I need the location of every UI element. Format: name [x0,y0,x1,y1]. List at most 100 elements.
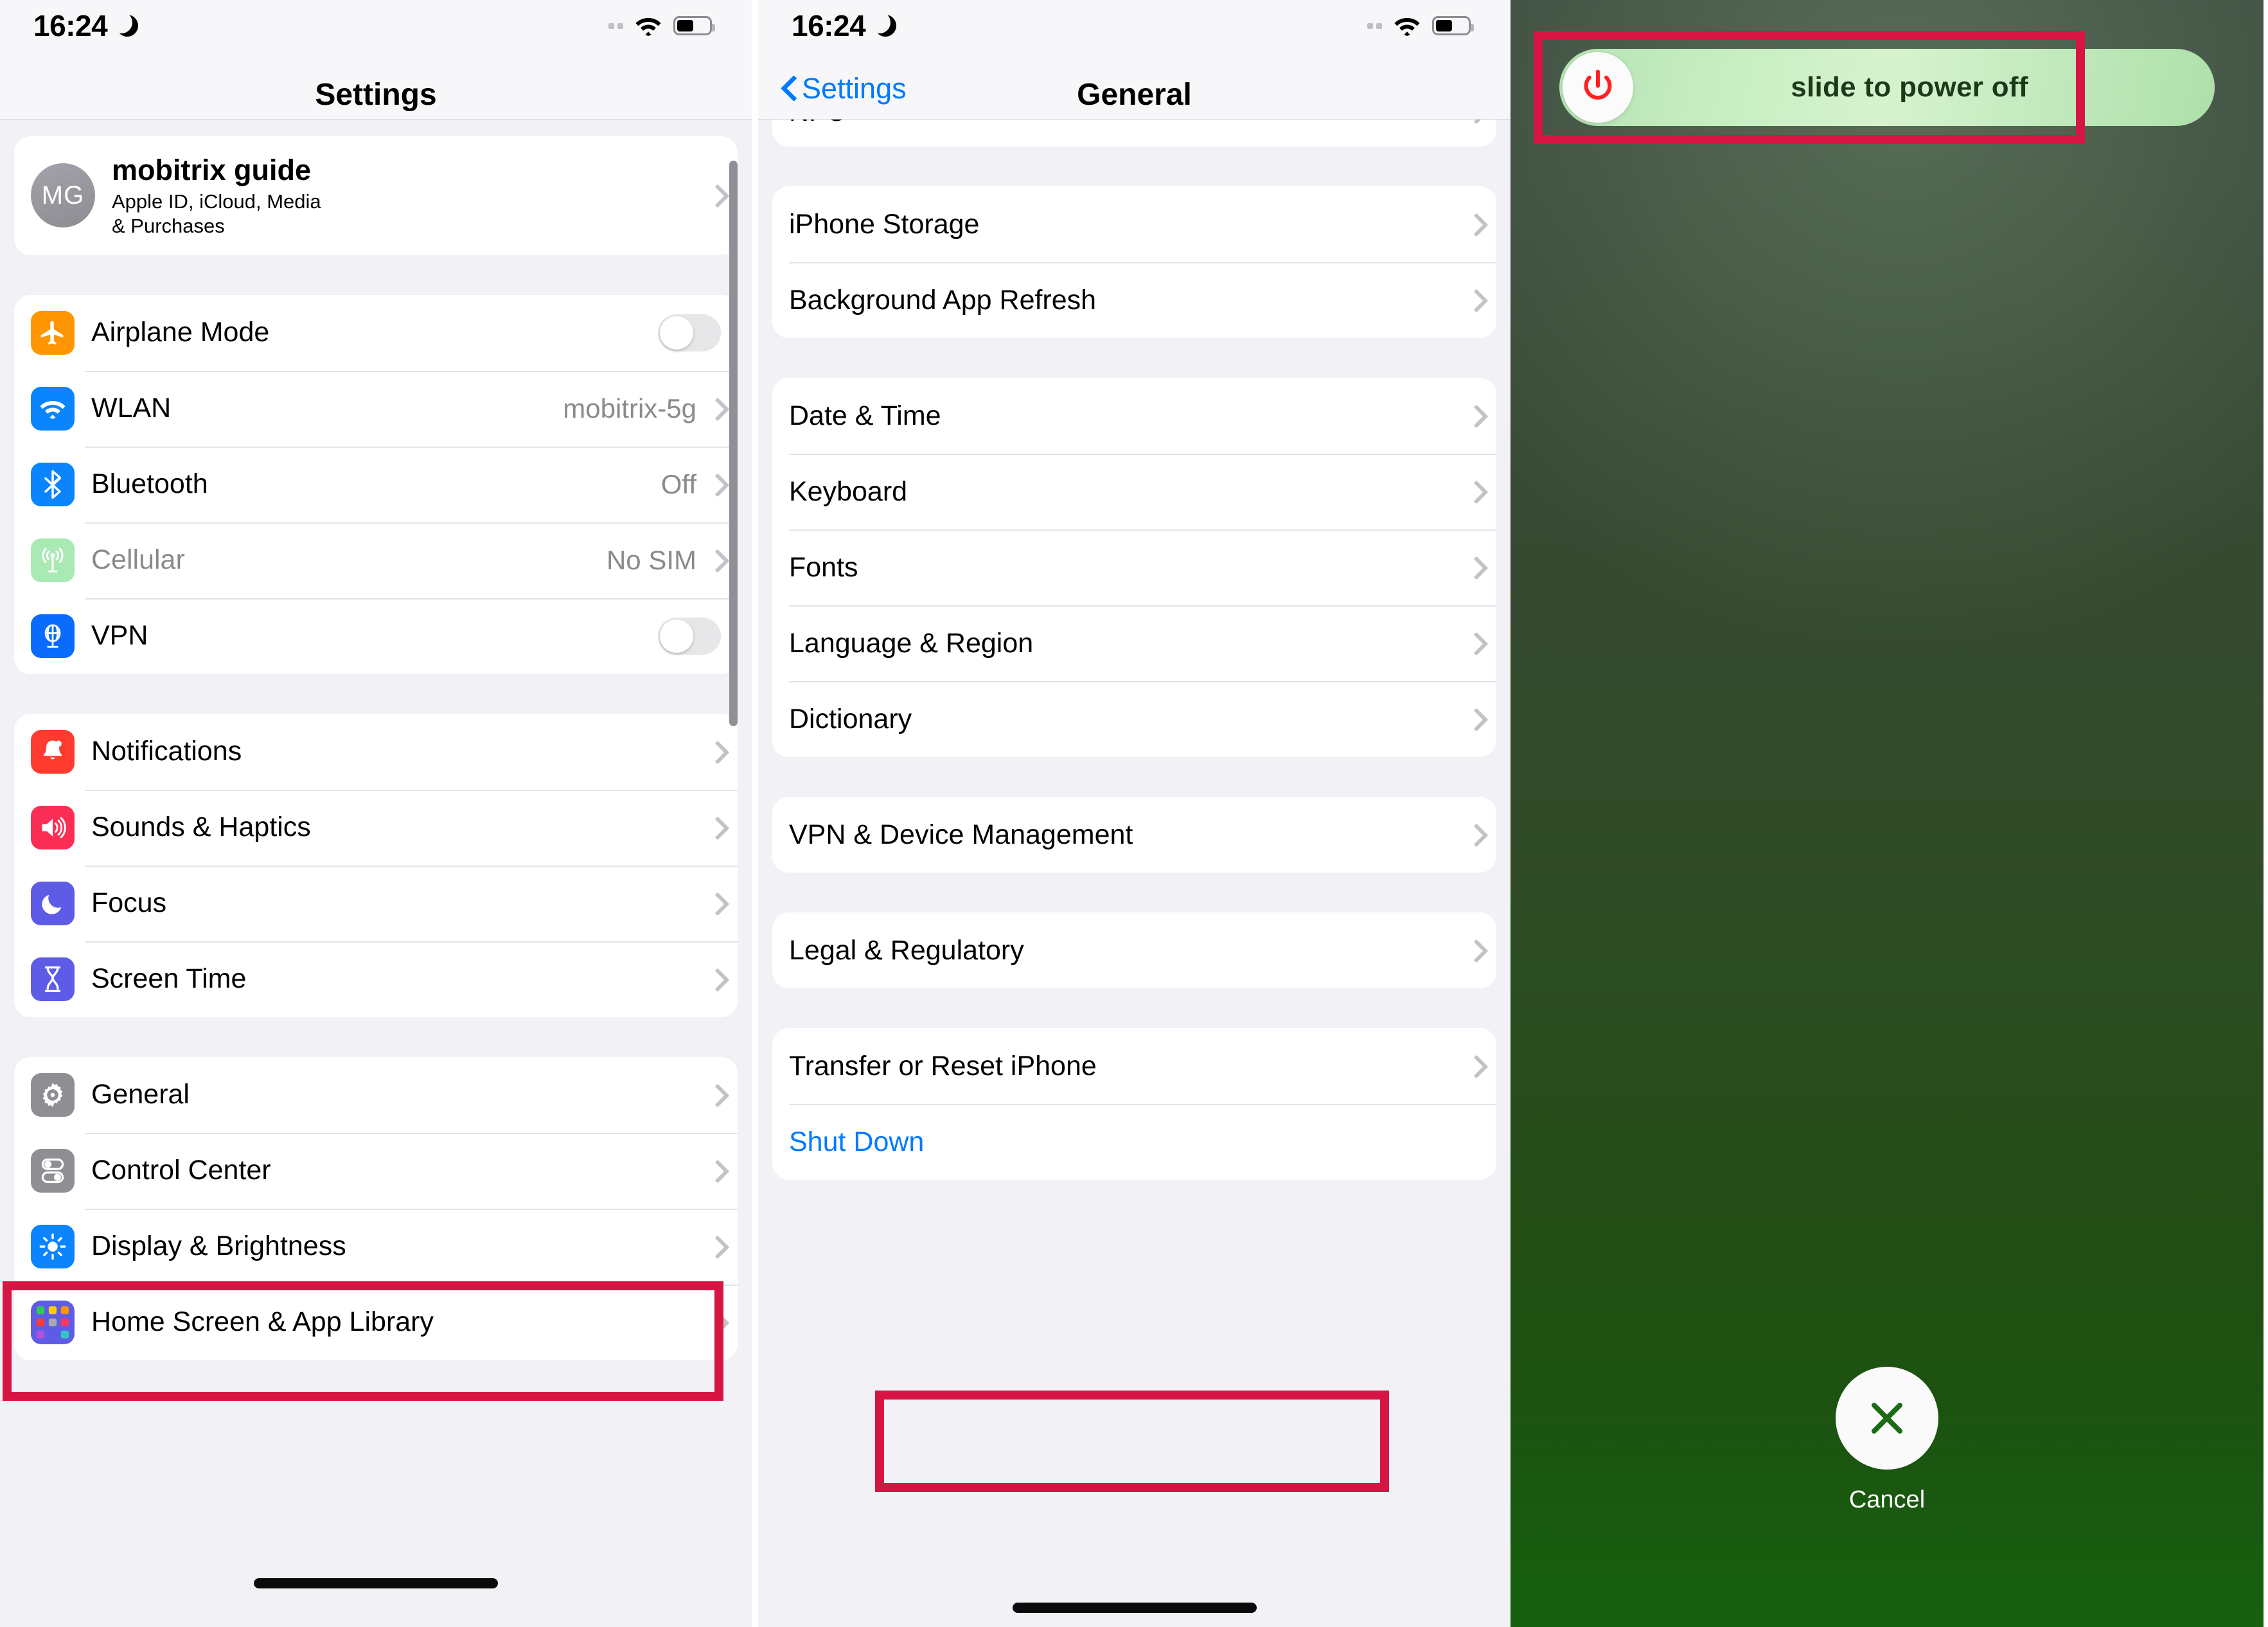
chevron-right-icon [1468,824,1480,845]
cancel-button[interactable]: Cancel [1511,1367,2264,1514]
account-subtitle: Apple ID, iCloud, Media & Purchases [112,190,321,237]
vpn-toggle[interactable] [658,617,721,655]
settings-row-focus[interactable]: Focus [14,865,738,941]
hourglass-icon [31,957,75,1001]
settings-row-label: General [91,1079,190,1110]
bell-icon [31,729,75,774]
scrollbar-settings[interactable] [729,161,738,726]
settings-row-control-center[interactable]: Control Center [14,1132,738,1209]
chevron-right-icon [709,1236,721,1257]
chevron-right-icon [709,1085,721,1105]
vpn-management-group: VPN & Device Management [772,797,1496,873]
apple-id-row[interactable]: MG mobitrix guide Apple ID, iCloud, Medi… [14,136,738,255]
settings-row-label: WLAN [91,393,172,424]
chevron-right-icon [709,1160,721,1181]
bluetooth-icon [31,462,75,506]
settings-row-label: Cellular [91,544,185,576]
avatar: MG [31,163,95,228]
settings-row-label: Airplane Mode [91,317,270,348]
settings-row-label: Language & Region [789,627,1034,659]
chevron-right-icon [1468,405,1480,426]
settings-row-label: Notifications [91,736,242,767]
chevron-right-icon [1468,709,1480,729]
settings-row-bluetooth[interactable]: Bluetooth Off [14,446,738,522]
settings-row-airplane-mode[interactable]: Airplane Mode [14,294,738,371]
settings-row-screen-time[interactable]: Screen Time [14,941,738,1017]
settings-row-label: Transfer or Reset iPhone [789,1050,1097,1081]
status-bar: 16:24 [0,0,752,51]
settings-row-home-screen-app-library[interactable]: Home Screen & App Library [14,1284,738,1360]
chevron-right-icon [709,817,721,838]
power-icon [1584,69,1612,100]
status-bar-left: 16:24 [792,8,897,43]
settings-row-notifications[interactable]: Notifications [14,713,738,790]
settings-row-cellular[interactable]: Cellular No SIM [14,522,738,598]
settings-row-fonts[interactable]: Fonts [772,529,1496,605]
alerts-group: Notifications Sounds & Haptics Focus Scr… [14,713,738,1017]
settings-row-language-region[interactable]: Language & Region [772,605,1496,681]
settings-row-wlan[interactable]: WLAN mobitrix-5g [14,370,738,447]
settings-row-label: Keyboard [789,476,908,507]
settings-row-general[interactable]: General [14,1056,738,1133]
settings-row-legal-regulatory[interactable]: Legal & Regulatory [772,912,1496,988]
battery-icon [1432,16,1474,35]
chevron-right-icon [709,969,721,990]
reset-group: Transfer or Reset iPhone Shut Down [772,1028,1496,1180]
settings-row-dictionary[interactable]: Dictionary [772,681,1496,757]
settings-row-shut-down[interactable]: Shut Down [772,1104,1496,1180]
legal-group: Legal & Regulatory [772,912,1496,988]
settings-row-label: Fonts [789,551,858,583]
wifi-icon [31,386,75,431]
account-text: mobitrix guide Apple ID, iCloud, Media &… [112,153,709,238]
airplane-icon [31,310,75,355]
settings-list: MG mobitrix guide Apple ID, iCloud, Medi… [0,120,752,1627]
chevron-right-icon [1468,214,1480,235]
signal-dots-icon [1367,22,1382,29]
settings-row-transfer-or-reset-iphone[interactable]: Transfer or Reset iPhone [772,1028,1496,1104]
settings-row-keyboard[interactable]: Keyboard [772,454,1496,529]
chevron-right-icon [1468,940,1480,961]
status-bar-left: 16:24 [33,8,139,43]
crescent-moon-icon [869,12,897,37]
chevron-right-icon [709,398,721,419]
chevron-right-icon [709,550,721,571]
settings-row-label: Background App Refresh [789,284,1097,316]
chevron-right-icon [709,893,721,914]
account-group: MG mobitrix guide Apple ID, iCloud, Medi… [14,136,738,255]
chevron-right-icon [709,474,721,495]
cancel-label: Cancel [1848,1486,1926,1513]
settings-row-display-brightness[interactable]: Display & Brightness [14,1208,738,1285]
battery-icon [673,16,715,35]
settings-row-label: Control Center [91,1155,271,1186]
bluetooth-value: Off [660,468,696,499]
chevron-right-icon [1468,557,1480,578]
chevron-right-icon [709,1312,721,1333]
chevron-right-icon [1468,1056,1480,1076]
settings-row-date-time[interactable]: Date & Time [772,378,1496,454]
settings-row-label: Legal & Regulatory [789,934,1024,966]
power-off-slider-wrap: slide to power off [1559,49,2215,126]
settings-row-iphone-storage[interactable]: iPhone Storage [772,186,1496,262]
chevron-right-icon [1468,290,1480,310]
close-x-icon [1871,1402,1903,1434]
cancel-circle[interactable] [1836,1367,1938,1470]
status-bar-right [608,15,715,36]
chevron-right-icon [709,185,721,206]
panel-divider [752,0,758,1627]
settings-row-vpn-device-management[interactable]: VPN & Device Management [772,797,1496,873]
home-indicator [1012,1603,1257,1613]
vpn-globe-icon [31,614,75,658]
power-slider-knob[interactable] [1563,52,1633,123]
status-time: 16:24 [792,9,866,42]
settings-row-vpn[interactable]: VPN [14,598,738,674]
slide-to-power-off-slider[interactable]: slide to power off [1559,49,2215,126]
chevron-right-icon [1468,633,1480,653]
wlan-value: mobitrix-5g [563,393,696,423]
three-panel-screenshot: 16:24 Settings MG mobitrix guide Apple I… [0,0,2268,1627]
cellular-value: No SIM [606,544,696,575]
speaker-icon [31,805,75,849]
settings-row-sounds-haptics[interactable]: Sounds & Haptics [14,789,738,866]
settings-row-label: Dictionary [789,703,912,734]
settings-row-background-app-refresh[interactable]: Background App Refresh [772,262,1496,338]
airplane-mode-toggle[interactable] [658,314,721,351]
